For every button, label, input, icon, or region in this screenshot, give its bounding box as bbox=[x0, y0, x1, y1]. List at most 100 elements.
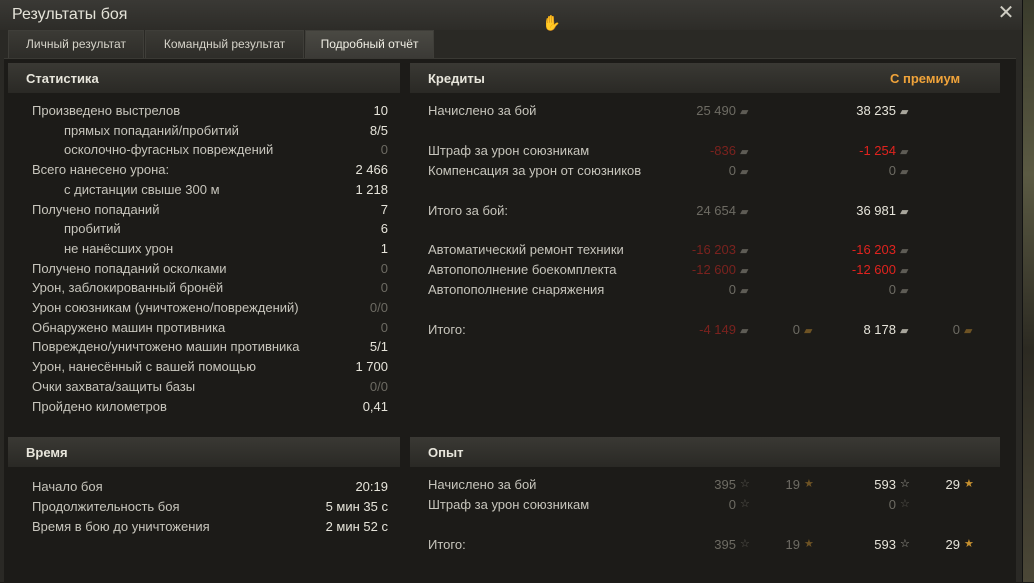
credits-premium-value: 0 bbox=[888, 282, 896, 297]
window-title: Результаты боя bbox=[12, 6, 128, 23]
credits-base-value: 0 bbox=[728, 282, 736, 297]
free-xp-star-icon: ★ bbox=[964, 538, 974, 550]
stat-value: 0/0 bbox=[369, 378, 388, 394]
gold-icon: ▰ bbox=[964, 325, 973, 337]
time-label: Начало боя bbox=[32, 479, 103, 494]
experience-row-label: Штраф за урон союзникам bbox=[428, 497, 590, 512]
credits-base-value: 24 654 bbox=[696, 203, 736, 218]
free-xp-base-value: 19 bbox=[785, 477, 800, 492]
tab-personal-result[interactable]: Личный результат bbox=[8, 30, 144, 58]
credits-premium-value: -16 203 bbox=[851, 242, 896, 257]
credits-premium-value: 38 235 bbox=[856, 103, 896, 118]
stat-value: 2 466 bbox=[355, 162, 388, 178]
credits-icon: ▰ bbox=[740, 106, 749, 118]
stat-label: Всего нанесено урона: bbox=[32, 162, 170, 178]
credits-premium-value: 0 bbox=[888, 163, 896, 178]
premium-label: С премиум bbox=[890, 71, 961, 86]
free-xp-premium-value: 29 bbox=[945, 477, 960, 492]
experience-premium-value: 593 bbox=[874, 537, 896, 552]
credits-base-value: -836 bbox=[709, 143, 736, 158]
stat-label: пробитий bbox=[64, 221, 121, 237]
stat-label: Получено попаданий bbox=[32, 201, 160, 217]
close-icon[interactable]: ✕ bbox=[996, 3, 1016, 23]
stat-value: 5/1 bbox=[369, 339, 388, 355]
stat-value: 0 bbox=[380, 142, 388, 158]
stat-value: 1 218 bbox=[355, 181, 388, 197]
credits-premium-value: -1 254 bbox=[859, 143, 896, 158]
credits-icon: ▰ bbox=[900, 265, 909, 277]
credits-row-label: Компенсация за урон от союзников bbox=[428, 163, 642, 178]
experience-panel: Опыт Начислено за бой 395 ☆ 593 ☆ 19 ★ 29 ★ Штраф… bbox=[410, 437, 1000, 577]
credits-row-label: Итого за бой: bbox=[428, 203, 509, 218]
time-label: Продолжительность боя bbox=[32, 499, 180, 514]
time-title: Время bbox=[26, 445, 68, 460]
tab-team-result[interactable]: Командный результат bbox=[145, 30, 304, 58]
experience-header: Опыт bbox=[410, 437, 1000, 467]
credits-icon: ▰ bbox=[900, 206, 909, 218]
credits-premium-value: 8 178 bbox=[863, 322, 896, 337]
credits-icon: ▰ bbox=[740, 146, 749, 158]
credits-icon: ▰ bbox=[740, 325, 749, 337]
credits-row-label: Автоматический ремонт техники bbox=[428, 242, 624, 257]
credits-icon: ▰ bbox=[740, 206, 749, 218]
free-xp-star-icon: ★ bbox=[804, 538, 814, 550]
stat-label: с дистанции свыше 300 м bbox=[64, 181, 220, 197]
time-value: 5 мин 35 с bbox=[325, 499, 388, 514]
experience-premium-value: 0 bbox=[888, 497, 896, 512]
credits-header: Кредиты С премиум bbox=[410, 63, 1000, 93]
stat-label: Пройдено километров bbox=[32, 398, 167, 414]
time-header: Время bbox=[8, 437, 400, 467]
star-icon: ☆ bbox=[740, 498, 750, 510]
credits-base-value: 0 bbox=[728, 163, 736, 178]
stat-label: Урон союзникам (уничтожено/повреждений) bbox=[32, 300, 299, 315]
stat-value: 0 bbox=[380, 280, 388, 296]
window-titlebar[interactable]: Результаты боя ✋ ✕ bbox=[0, 0, 1022, 32]
credits-icon: ▰ bbox=[900, 245, 909, 257]
credits-row-label: Автопополнение снаряжения bbox=[428, 282, 605, 297]
credits-row-label: Начислено за бой bbox=[428, 103, 537, 118]
star-icon: ☆ bbox=[740, 538, 750, 550]
time-value: 20:19 bbox=[355, 479, 388, 494]
stat-label: Произведено выстрелов bbox=[32, 103, 181, 118]
credits-icon: ▰ bbox=[740, 166, 749, 178]
gold-premium-value: 0 bbox=[952, 322, 960, 337]
stat-value: 7 bbox=[380, 201, 388, 217]
stat-value: 0 bbox=[380, 319, 388, 335]
stat-value: 8/5 bbox=[369, 122, 388, 138]
credits-icon: ▰ bbox=[900, 285, 909, 297]
experience-row-label: Начислено за бой bbox=[428, 477, 537, 492]
stat-label: Урон, нанесённый с вашей помощью bbox=[32, 359, 256, 375]
credits-icon: ▰ bbox=[900, 166, 909, 178]
free-xp-base-value: 19 bbox=[785, 537, 800, 552]
hand-cursor-icon: ✋ bbox=[542, 15, 561, 32]
free-xp-star-icon: ★ bbox=[964, 478, 974, 490]
stat-label: осколочно-фугасных повреждений bbox=[64, 142, 274, 158]
stat-value: 1 700 bbox=[355, 359, 388, 375]
credits-premium-value: 36 981 bbox=[856, 203, 896, 218]
tab-detailed-report[interactable]: Подробный отчёт bbox=[305, 30, 434, 58]
star-icon: ☆ bbox=[900, 478, 910, 490]
stat-value: 1 bbox=[380, 240, 388, 256]
stat-label: Обнаружено машин противника bbox=[32, 319, 226, 335]
time-panel: Время Начало боя 20:19 Продолжительность б… bbox=[8, 437, 400, 577]
credits-icon: ▰ bbox=[740, 265, 749, 277]
credits-base-value: 25 490 bbox=[696, 103, 736, 118]
free-xp-star-icon: ★ bbox=[804, 478, 814, 490]
credits-icon: ▰ bbox=[900, 325, 909, 337]
credits-icon: ▰ bbox=[740, 285, 749, 297]
credits-icon: ▰ bbox=[900, 106, 909, 118]
gold-icon: ▰ bbox=[804, 325, 813, 337]
experience-base-value: 395 bbox=[714, 477, 736, 492]
credits-base-value: -16 203 bbox=[691, 242, 736, 257]
star-icon: ☆ bbox=[740, 478, 750, 490]
statistics-title: Статистика bbox=[26, 71, 99, 86]
star-icon: ☆ bbox=[900, 538, 910, 550]
detailed-report-content: Статистика Произведено выстрелов 10 прямых… bbox=[4, 58, 1016, 583]
stat-value: 6 bbox=[380, 221, 388, 237]
stat-value: 0,41 bbox=[362, 398, 388, 414]
stat-label: Очки захвата/защиты базы bbox=[32, 378, 196, 394]
stat-value: 10 bbox=[373, 103, 388, 118]
experience-premium-value: 593 bbox=[874, 477, 896, 492]
free-xp-premium-value: 29 bbox=[945, 537, 960, 552]
credits-icon: ▰ bbox=[900, 146, 909, 158]
